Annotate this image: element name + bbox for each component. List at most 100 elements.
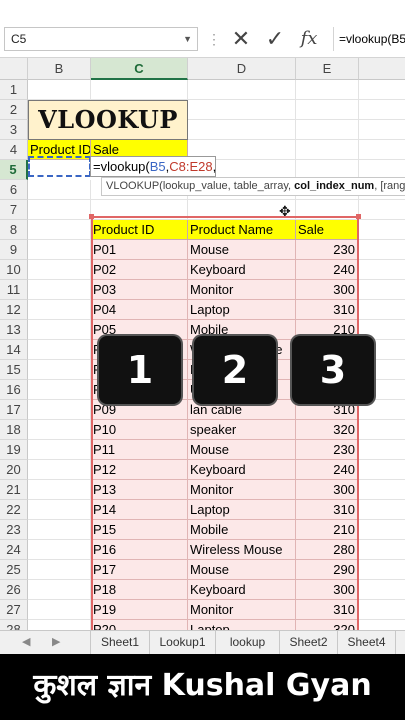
table-cell-sale[interactable]: 310 [296,300,359,320]
row-header-19[interactable]: 19 [0,440,28,460]
table-cell-sale[interactable]: 230 [296,240,359,260]
empty-cell[interactable] [359,240,405,260]
empty-cell[interactable] [359,220,405,240]
table-cell-product-id[interactable]: P18 [91,580,188,600]
column-header-c[interactable]: C [91,58,188,80]
table-cell-product-name[interactable]: Mouse [188,440,296,460]
table-cell-product-id[interactable]: P01 [91,240,188,260]
table-cell-product-id[interactable]: P20 [91,620,188,630]
empty-cell[interactable] [28,380,91,400]
empty-cell[interactable] [359,440,405,460]
table-cell-product-id[interactable]: P10 [91,420,188,440]
row-header-4[interactable]: 4 [0,140,28,160]
chevron-down-icon[interactable]: ▼ [183,28,192,50]
table-cell-product-name[interactable]: Wireless Mouse [188,540,296,560]
sheet-tab-lookup[interactable]: lookup [216,631,280,654]
table-cell-product-name[interactable]: Mouse [188,560,296,580]
row-header-22[interactable]: 22 [0,500,28,520]
empty-cell[interactable] [28,340,91,360]
empty-cell[interactable] [359,540,405,560]
empty-cell[interactable] [28,580,91,600]
table-cell-sale[interactable]: 290 [296,560,359,580]
row-header-21[interactable]: 21 [0,480,28,500]
empty-cell[interactable] [28,420,91,440]
row-header-14[interactable]: 14 [0,340,28,360]
empty-cell[interactable] [296,140,359,160]
table-cell-product-name[interactable]: Mobile [188,520,296,540]
empty-cell[interactable] [296,120,359,140]
table-cell-product-id[interactable]: P03 [91,280,188,300]
table-cell-product-name[interactable]: Keyboard [188,460,296,480]
empty-cell[interactable] [28,540,91,560]
table-cell-sale[interactable]: 210 [296,520,359,540]
row-header-18[interactable]: 18 [0,420,28,440]
empty-cell[interactable] [359,100,405,120]
empty-cell[interactable] [28,240,91,260]
empty-cell[interactable] [28,200,91,220]
empty-cell[interactable] [359,420,405,440]
table-cell-sale[interactable]: 310 [296,500,359,520]
empty-cell[interactable] [359,200,405,220]
insert-function-icon[interactable]: fx [296,26,322,52]
empty-cell[interactable] [91,80,188,100]
row-header-28[interactable]: 28 [0,620,28,630]
empty-cell[interactable] [359,480,405,500]
empty-cell[interactable] [28,480,91,500]
row-header-26[interactable]: 26 [0,580,28,600]
table-cell-product-id[interactable]: P17 [91,560,188,580]
table-header-product-name[interactable]: Product Name [188,220,296,240]
active-cell-editor[interactable]: =vlookup(B5,C8:E28, [90,156,216,177]
row-header-15[interactable]: 15 [0,360,28,380]
empty-cell[interactable] [28,500,91,520]
sheet-tab-sheet1[interactable]: Sheet1 [90,631,150,654]
row-header-11[interactable]: 11 [0,280,28,300]
table-cell-sale[interactable]: 230 [296,440,359,460]
row-header-16[interactable]: 16 [0,380,28,400]
empty-cell[interactable] [28,180,91,200]
row-header-3[interactable]: 3 [0,120,28,140]
empty-cell[interactable] [91,200,188,220]
column-header-b[interactable]: B [28,58,91,80]
empty-cell[interactable] [359,560,405,580]
empty-cell[interactable] [28,620,91,630]
row-header-12[interactable]: 12 [0,300,28,320]
row-header-24[interactable]: 24 [0,540,28,560]
empty-cell[interactable] [359,280,405,300]
empty-cell[interactable] [359,600,405,620]
empty-cell[interactable] [359,460,405,480]
scroll-left-icon[interactable]: ◀ [22,635,30,648]
table-cell-product-name[interactable]: Monitor [188,480,296,500]
empty-cell[interactable] [359,140,405,160]
table-cell-product-name[interactable]: Laptop [188,500,296,520]
sheet-tab-sheet2[interactable]: Sheet2 [280,631,338,654]
vlookup-title-cell[interactable]: VLOOKUP [28,100,188,140]
row-header-2[interactable]: 2 [0,100,28,120]
empty-cell[interactable] [296,100,359,120]
column-header-e[interactable]: E [296,58,359,80]
enter-check-icon[interactable]: ✓ [262,26,288,52]
empty-cell[interactable] [359,80,405,100]
table-cell-product-name[interactable]: Monitor [188,600,296,620]
table-cell-product-name[interactable]: Keyboard [188,580,296,600]
empty-cell[interactable] [188,100,296,120]
empty-cell[interactable] [28,280,91,300]
row-header-13[interactable]: 13 [0,320,28,340]
table-header-sale[interactable]: Sale [296,220,359,240]
sheet-tab-lookup1[interactable]: Lookup1 [150,631,216,654]
formula-input[interactable]: =vlookup(B5 [333,27,405,51]
table-cell-product-id[interactable]: P14 [91,500,188,520]
empty-cell[interactable] [28,300,91,320]
table-header-product-id[interactable]: Product ID [91,220,188,240]
empty-cell[interactable] [359,500,405,520]
row-header-6[interactable]: 6 [0,180,28,200]
cancel-icon[interactable]: ✕ [228,26,254,52]
empty-cell[interactable] [28,520,91,540]
range-handle-top-left[interactable] [89,214,94,219]
row-header-25[interactable]: 25 [0,560,28,580]
empty-cell[interactable] [359,120,405,140]
empty-cell[interactable] [28,560,91,580]
empty-cell[interactable] [28,600,91,620]
row-header-5[interactable]: 5 [0,160,28,180]
column-header-f[interactable] [359,58,405,80]
table-cell-product-id[interactable]: P19 [91,600,188,620]
